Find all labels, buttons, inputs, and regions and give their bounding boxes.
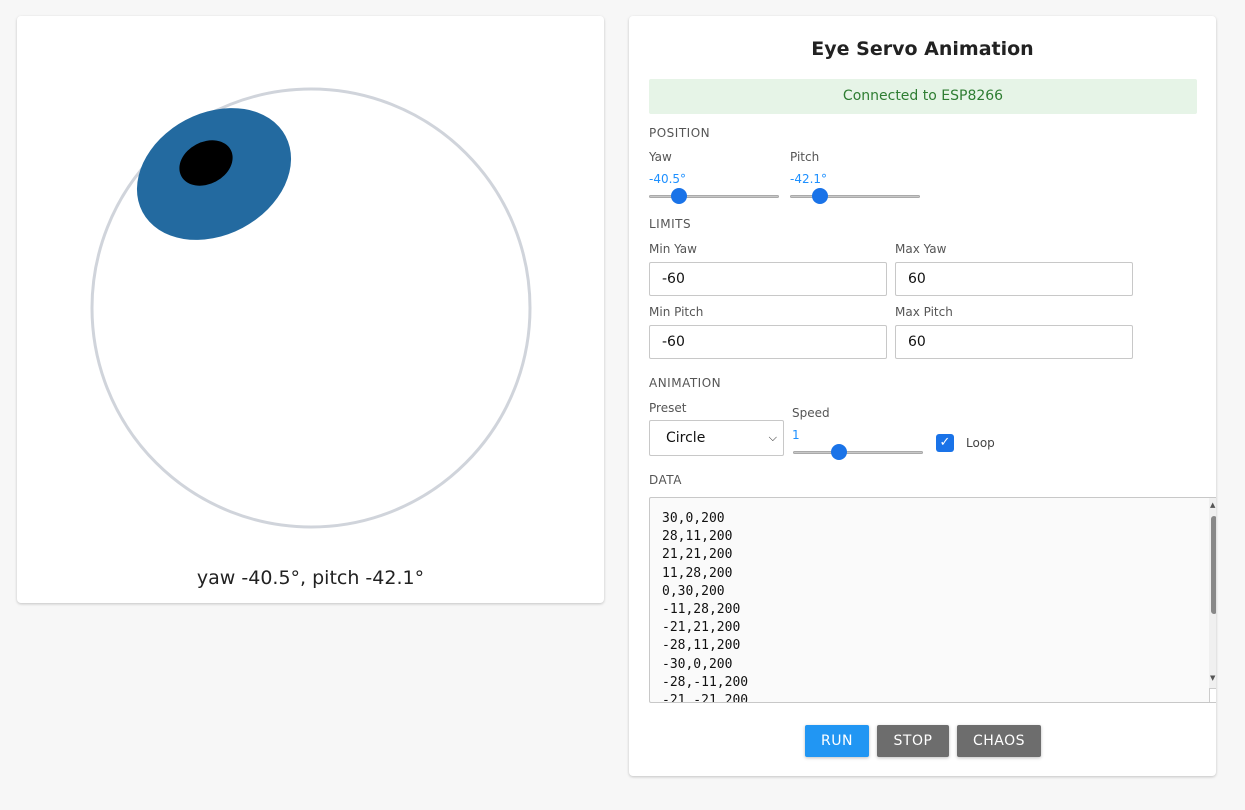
yaw-label: Yaw — [649, 150, 672, 164]
min-pitch-label: Min Pitch — [649, 305, 704, 319]
scrollbar-thumb[interactable] — [1211, 516, 1216, 614]
min-pitch-input[interactable]: -60 — [649, 325, 887, 359]
animation-data-textarea[interactable]: 30,0,200 28,11,200 21,21,200 11,28,200 0… — [649, 497, 1216, 703]
preset-selected-value: Circle — [666, 430, 706, 446]
data-heading: DATA — [649, 473, 682, 487]
yaw-slider[interactable] — [649, 188, 779, 204]
max-yaw-label: Max Yaw — [895, 242, 947, 256]
pitch-slider-track — [790, 195, 920, 198]
yaw-value: -40.5° — [649, 172, 687, 186]
speed-value: 1 — [792, 428, 800, 442]
animation-heading: ANIMATION — [649, 376, 722, 390]
checkmark-icon: ✓ — [939, 435, 951, 450]
pitch-slider[interactable] — [790, 188, 920, 204]
pitch-value: -42.1° — [790, 172, 828, 186]
yaw-slider-thumb[interactable] — [670, 188, 687, 204]
resize-grip-icon[interactable] — [1209, 688, 1216, 702]
min-yaw-label: Min Yaw — [649, 242, 697, 256]
loop-checkbox[interactable]: ✓ — [936, 434, 954, 452]
control-panel: Eye Servo Animation Connected to ESP8266… — [629, 16, 1216, 776]
run-button[interactable]: RUN — [805, 725, 869, 757]
max-pitch-label: Max Pitch — [895, 305, 953, 319]
position-heading: POSITION — [649, 126, 711, 140]
speed-label: Speed — [792, 406, 830, 420]
animation-data-text: 30,0,200 28,11,200 21,21,200 11,28,200 0… — [662, 511, 749, 703]
preset-select[interactable]: Circle ⌵ — [649, 420, 784, 456]
speed-slider[interactable] — [793, 444, 923, 460]
connection-status-banner: Connected to ESP8266 — [649, 79, 1197, 114]
loop-label: Loop — [966, 436, 995, 450]
textarea-scrollbar[interactable]: ▲ ▼ — [1209, 498, 1216, 702]
limits-heading: LIMITS — [649, 217, 692, 231]
max-yaw-input[interactable]: 60 — [895, 262, 1133, 296]
min-yaw-input[interactable]: -60 — [649, 262, 887, 296]
chevron-down-icon: ⌵ — [768, 431, 777, 444]
orientation-readout: yaw -40.5°, pitch -42.1° — [196, 567, 425, 589]
eye-canvas — [90, 87, 532, 529]
pitch-slider-thumb[interactable] — [811, 188, 828, 204]
scroll-down-icon[interactable]: ▼ — [1210, 674, 1215, 682]
panel-title: Eye Servo Animation — [811, 38, 1034, 60]
pitch-label: Pitch — [790, 150, 820, 164]
scroll-up-icon[interactable]: ▲ — [1210, 501, 1215, 509]
preset-label: Preset — [649, 401, 687, 415]
stop-button[interactable]: STOP — [877, 725, 949, 757]
yaw-slider-track — [649, 195, 779, 198]
speed-slider-track — [793, 451, 923, 454]
max-pitch-input[interactable]: 60 — [895, 325, 1133, 359]
chaos-button[interactable]: CHAOS — [957, 725, 1041, 757]
eye-preview-card: yaw -40.5°, pitch -42.1° — [17, 16, 604, 603]
speed-slider-thumb[interactable] — [830, 444, 847, 460]
